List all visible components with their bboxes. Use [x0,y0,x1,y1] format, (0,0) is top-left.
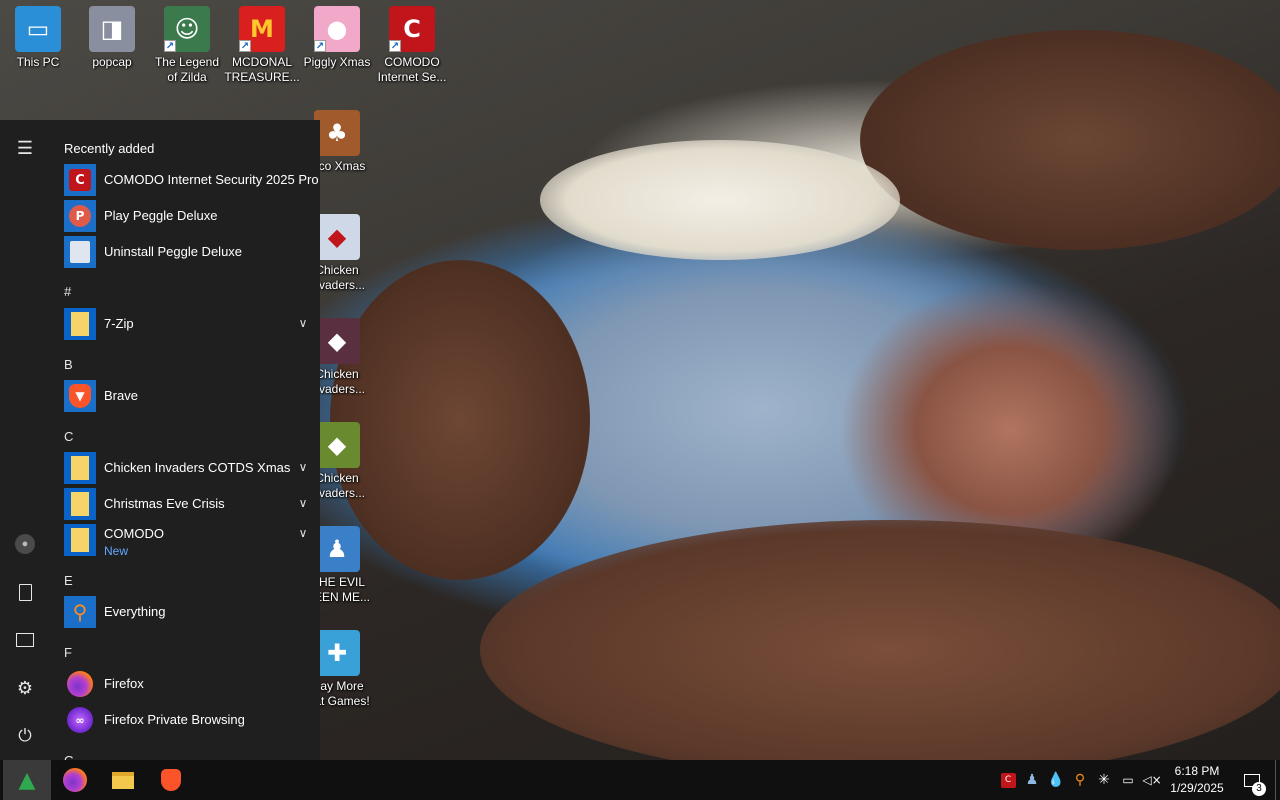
group-header-c[interactable]: C [64,429,73,444]
brave-icon: ▼ [64,380,96,412]
show-desktop-button[interactable] [1275,760,1280,800]
system-tray: C ♟ 💧 ⚲ ✳ ▭ ◁× [996,760,1164,800]
christmas-tree-icon: ▲ [18,767,36,793]
user-icon: ● [15,534,35,554]
mcdonalds-icon: M ↗ [239,6,285,52]
power-icon: ⏻ [18,726,32,746]
search-icon: ⚲ [64,596,96,628]
app-list: Recently added C COMODO Internet Securit… [50,120,320,760]
games-icon: ✚ [314,630,360,676]
clock-time: 6:18 PM [1174,764,1220,778]
taskbar-clock[interactable]: 6:18 PM 1/29/2025 [1162,763,1232,797]
desktop-icon-piggly-xmas[interactable]: ● ↗ Piggly Xmas [299,6,375,70]
start-menu: ☰ ● ⚙ ⏻ Recently added C COMODO Internet… [0,120,320,760]
wallpaper-cast-shape [540,140,900,260]
taskbar-file-explorer[interactable] [99,760,147,800]
app-firefox-private-browsing[interactable]: ∞ Firefox Private Browsing [50,702,312,738]
folder-icon [64,524,96,556]
comodo-icon[interactable]: C [996,760,1020,800]
wallpaper-arm-shape [480,520,1280,760]
desktop-icon-comodo[interactable]: C ↗ COMODO Internet Se... [374,6,450,85]
user-account-button[interactable]: ● [0,524,50,564]
chevron-down-icon[interactable]: ∨ [294,524,312,542]
firefox-icon [64,668,96,700]
comodo-icon: C ↗ [389,6,435,52]
network-user-icon[interactable]: ♟ [1020,760,1044,800]
shortcut-arrow-icon: ↗ [389,40,401,52]
pig-icon: ● ↗ [314,6,360,52]
chicken-icon: ◆ [314,214,360,260]
folder-icon [64,452,96,484]
chicken-icon: ◆ [314,422,360,468]
notification-count-badge: 3 [1252,782,1266,796]
app-comodo-folder[interactable]: COMODO New ∨ [50,522,312,558]
chevron-down-icon[interactable]: ∨ [294,458,312,476]
taskbar-brave[interactable] [147,760,195,800]
action-center-button[interactable]: 3 [1232,760,1272,800]
app-comodo-internet-security[interactable]: C COMODO Internet Security 2025 Pro [50,162,319,198]
settings-button[interactable]: ⚙ [0,668,50,708]
shortcut-arrow-icon: ↗ [314,40,326,52]
group-header-b[interactable]: B [64,357,73,372]
search-icon[interactable]: ⚲ [1068,760,1092,800]
chicken-icon: ◆ [314,318,360,364]
comodo-icon: C [64,164,96,196]
taskbar: ▲ C ♟ 💧 ⚲ ✳ ▭ ◁× 6:18 PM 1/29/2025 3 [0,760,1280,800]
droplet-icon[interactable]: 💧 [1044,760,1068,800]
bear-icon: ♣ [314,110,360,156]
folder-icon: ◨ [89,6,135,52]
wallpaper-arm-shape [860,30,1280,250]
recently-added-heading: Recently added [64,141,155,156]
shortcut-arrow-icon: ↗ [164,40,176,52]
folder-icon [64,308,96,340]
app-everything[interactable]: ⚲ Everything [50,594,312,630]
taskbar-firefox[interactable] [51,760,99,800]
brave-icon [161,769,181,791]
app-7-zip[interactable]: 7-Zip ∨ [50,306,312,342]
documents-icon [18,583,32,601]
start-button[interactable]: ▲ [3,760,51,800]
chevron-down-icon[interactable]: ∨ [294,314,312,332]
zilda-game-icon: ☺ ↗ [164,6,210,52]
group-header-e[interactable]: E [64,573,73,588]
pictures-button[interactable] [0,620,50,660]
desktop-icon-popcap[interactable]: ◨ popcap [74,6,150,70]
file-explorer-icon [112,771,134,789]
group-header-f[interactable]: F [64,645,72,660]
group-header-hash[interactable]: # [64,284,71,299]
start-menu-rail: ☰ ● ⚙ ⏻ [0,120,50,760]
app-chicken-invaders-cotds-xmas[interactable]: Chicken Invaders COTDS Xmas ∨ [50,450,312,486]
app-christmas-eve-crisis[interactable]: Christmas Eve Crisis ∨ [50,486,312,522]
group-header-g[interactable]: G [64,753,74,760]
firefox-icon [63,768,87,792]
hamburger-icon: ☰ [16,137,34,158]
settings-icon: ⚙ [16,677,34,699]
network-icon[interactable]: ▭ [1116,760,1140,800]
documents-button[interactable] [0,572,50,612]
app-firefox[interactable]: Firefox [50,666,312,702]
private-browsing-icon: ∞ [64,704,96,736]
peggle-icon: P [64,200,96,232]
desktop-icon-mcdonal-treasure[interactable]: M ↗ MCDONAL TREASURE... [224,6,300,85]
hamburger-menu-button[interactable]: ☰ [0,128,50,168]
desktop-icon-this-pc[interactable]: ▭ This PC [0,6,76,70]
folder-icon [64,488,96,520]
shortcut-arrow-icon: ↗ [239,40,251,52]
app-brave[interactable]: ▼ Brave [50,378,312,414]
power-button[interactable]: ⏻ [0,716,50,756]
people-icon: ♟ [314,526,360,572]
computer-icon: ▭ [15,6,61,52]
uninstall-icon [64,236,96,268]
new-badge: New [104,544,129,558]
app-play-peggle-deluxe[interactable]: P Play Peggle Deluxe [50,198,312,234]
desktop-icon-legend-of-zilda[interactable]: ☺ ↗ The Legend of Zilda [149,6,225,85]
app-uninstall-peggle-deluxe[interactable]: Uninstall Peggle Deluxe [50,234,312,270]
chevron-down-icon[interactable]: ∨ [294,494,312,512]
pictures-icon [16,633,34,647]
volume-muted-icon[interactable]: ◁× [1140,760,1164,800]
sun-icon[interactable]: ✳ [1092,760,1116,800]
clock-date: 1/29/2025 [1170,781,1224,795]
